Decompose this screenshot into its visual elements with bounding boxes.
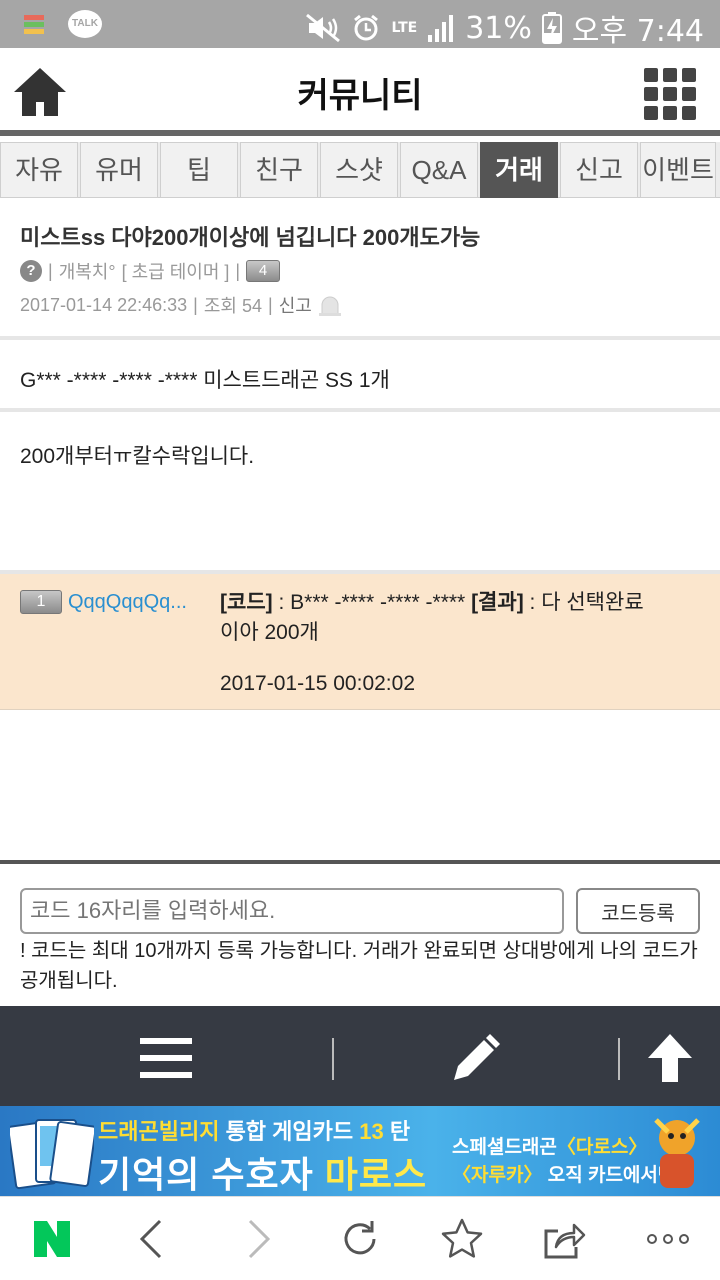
- page-title: 커뮤니티: [297, 77, 423, 115]
- reply-result-label: [결과]: [471, 591, 524, 614]
- tab-humor[interactable]: 유머: [80, 142, 158, 198]
- reply-author-name[interactable]: QqqQqqQq...: [68, 591, 187, 614]
- reply-level-badge: 1: [20, 590, 62, 614]
- user-question-icon: ?: [20, 260, 42, 282]
- category-tabs: 자유 유머 팁 친구 스샷 Q&A 거래 신고 이벤트: [0, 142, 720, 198]
- bottom-toolbar: [0, 1006, 720, 1106]
- lte-indicator: LTE: [391, 20, 418, 36]
- tab-tips[interactable]: 팁: [160, 142, 238, 198]
- tab-qna[interactable]: Q&A: [400, 142, 478, 198]
- banner-subtitle-1: 스페셜드래곤〈다로스〉: [452, 1137, 648, 1158]
- dragon-character-image: [654, 1118, 700, 1188]
- reply-result-value: : 다 선택완료: [523, 591, 644, 614]
- status-bar: TALK LTE 31% 오후 7:44: [0, 0, 720, 49]
- ad-banner[interactable]: 드래곤빌리지 통합 게임카드 13 탄 기억의 수호자 마로스 스페셜드래곤〈다…: [0, 1106, 720, 1196]
- trade-code-text: G*** -**** -**** -**** 미스트드래곤 SS 1개: [20, 369, 390, 392]
- app-notification-icon: [24, 15, 44, 34]
- author-info: ? | 개복치° [ 초급 테이머 ] | 4: [20, 258, 281, 284]
- post-datetime: 2017-01-14 22:46:33: [20, 294, 188, 315]
- tab-screenshots[interactable]: 스샷: [320, 142, 398, 198]
- post-title: 미스트ss 다야200개이상에 넘깁니다 200개도가능: [20, 225, 481, 250]
- share-icon[interactable]: [542, 1217, 586, 1261]
- alarm-icon: [354, 14, 379, 41]
- code-input[interactable]: [20, 888, 564, 934]
- reply-code-label: [코드]: [220, 591, 273, 614]
- browser-nav-bar: [0, 1196, 720, 1280]
- mute-icon: [306, 13, 341, 43]
- forward-chevron-icon[interactable]: [236, 1217, 280, 1261]
- reply-datetime: 2017-01-15 00:02:02: [220, 672, 415, 695]
- trade-reply: 1 QqqQqqQq... [코드] : B*** -**** -**** -*…: [0, 574, 720, 710]
- menu-grid-icon[interactable]: [644, 68, 696, 120]
- battery-charging-icon: [541, 12, 562, 44]
- toolbar-divider: [332, 1038, 334, 1080]
- tab-friends[interactable]: 친구: [240, 142, 318, 198]
- banner-headline: 드래곤빌리지 통합 게임카드 13 탄: [98, 1119, 411, 1144]
- code-register-button[interactable]: 코드등록: [576, 888, 700, 934]
- write-pencil-icon[interactable]: [448, 1030, 504, 1086]
- tab-free[interactable]: 자유: [0, 142, 78, 198]
- post-header: 미스트ss 다야200개이상에 넘깁니다 200개도가능 ? | 개복치° [ …: [0, 198, 720, 340]
- post-body-text: 200개부터ㅠ칼수락입니다.: [20, 445, 255, 468]
- level-badge: 4: [246, 260, 281, 282]
- naver-logo-icon[interactable]: [30, 1217, 74, 1261]
- reply-author: 1 QqqQqqQq...: [20, 590, 187, 614]
- back-chevron-icon[interactable]: [130, 1217, 174, 1261]
- tab-trade[interactable]: 거래: [480, 142, 558, 198]
- tab-event[interactable]: 이벤트: [640, 142, 716, 198]
- bookmark-star-icon[interactable]: [440, 1217, 484, 1261]
- kakaotalk-icon: TALK: [68, 10, 102, 38]
- signal-icon: [428, 15, 454, 42]
- clock: 오후 7:44: [571, 14, 704, 49]
- post-body: 200개부터ㅠ칼수락입니다.: [0, 412, 720, 574]
- scroll-top-arrow-icon[interactable]: [642, 1030, 698, 1086]
- view-count: 조회 54: [203, 296, 262, 316]
- code-input-area: 코드등록 ! 코드는 최대 10개까지 등록 가능합니다. 거래가 완료되면 상…: [0, 860, 720, 1006]
- toolbar-divider: [618, 1038, 620, 1080]
- siren-icon[interactable]: [318, 294, 342, 316]
- refresh-icon[interactable]: [338, 1217, 382, 1261]
- game-cards-image: [10, 1119, 94, 1190]
- author-name[interactable]: 개복치°: [59, 258, 116, 284]
- app-header: 커뮤니티: [0, 48, 720, 136]
- reply-text: 이아 200개: [220, 621, 319, 644]
- author-rank: [ 초급 테이머 ]: [121, 262, 230, 282]
- code-notice: ! 코드는 최대 10개까지 등록 가능합니다. 거래가 완료되면 상대방에게 …: [20, 940, 698, 992]
- more-options-icon[interactable]: [646, 1217, 690, 1261]
- tab-report[interactable]: 신고: [560, 142, 638, 198]
- report-link[interactable]: 신고: [279, 292, 312, 318]
- reply-code-value: : B*** -**** -**** -****: [272, 591, 472, 614]
- menu-icon[interactable]: [138, 1030, 194, 1086]
- post-meta: 2017-01-14 22:46:33 | 조회 54 | 신고: [20, 292, 342, 318]
- trade-code-line: G*** -**** -**** -**** 미스트드래곤 SS 1개: [0, 340, 720, 412]
- battery-percent: 31%: [465, 10, 532, 46]
- reply-content: [코드] : B*** -**** -**** -**** [결과] : 다 선…: [220, 588, 710, 648]
- banner-title: 기억의 수호자 마로스: [98, 1154, 428, 1195]
